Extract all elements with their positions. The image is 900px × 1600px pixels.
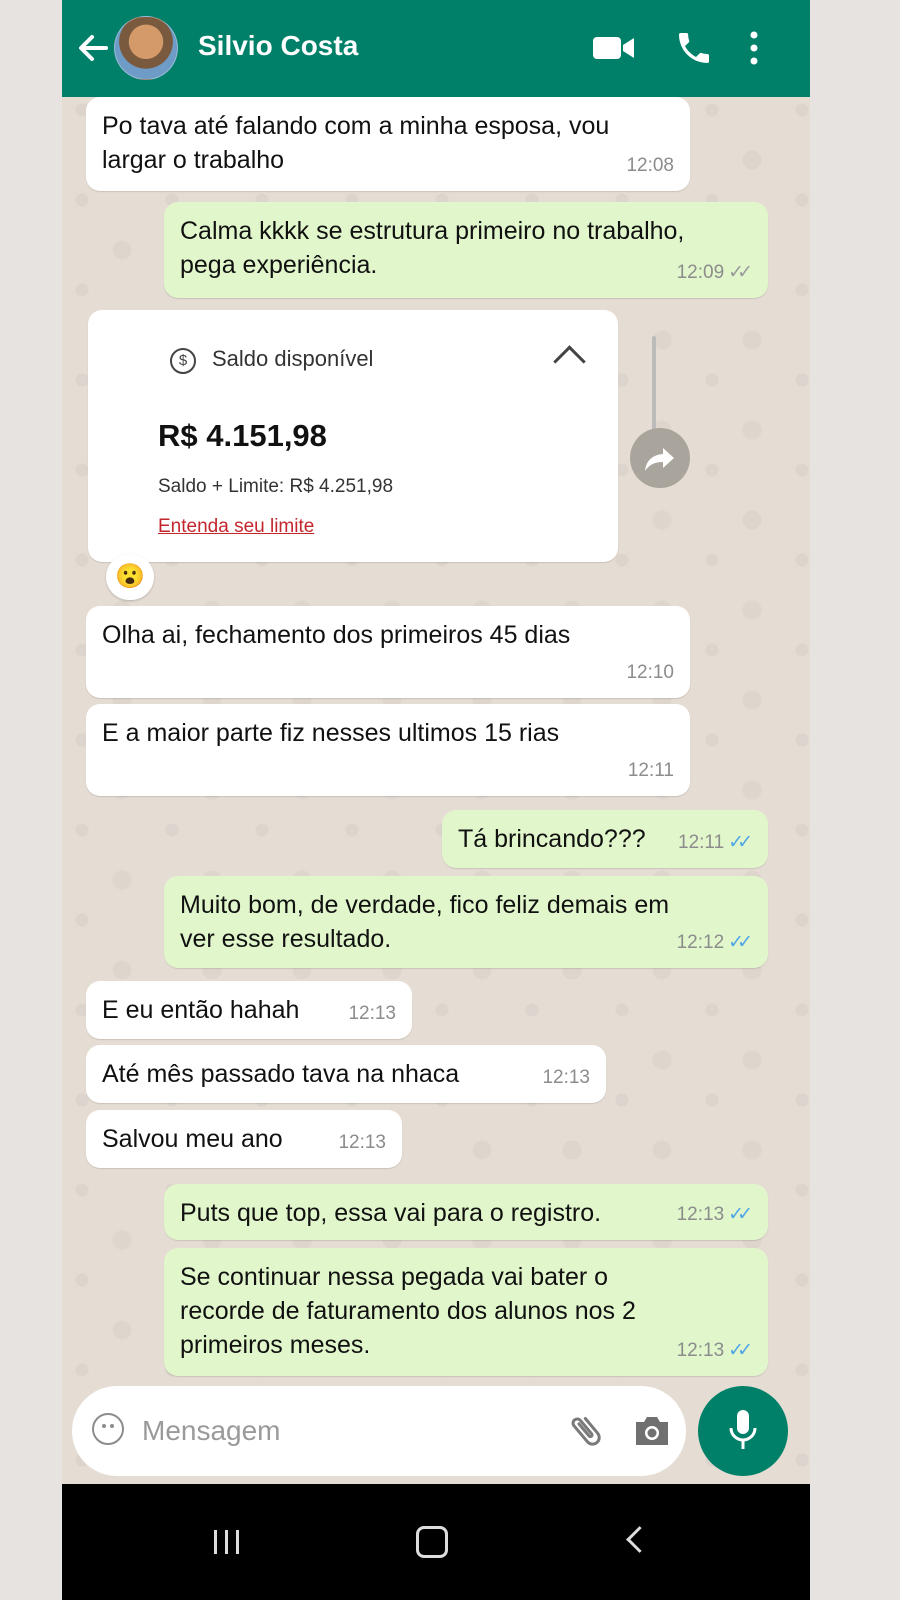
paperclip-icon[interactable] — [566, 1410, 606, 1452]
message-text-line: Muito bom, de verdade, fico feliz demais… — [180, 891, 670, 919]
phone-call-icon[interactable] — [674, 28, 714, 68]
dollar-coin-icon: $ — [170, 348, 196, 374]
read-check-icon: ✓✓ — [728, 832, 753, 853]
message-bubble-incoming[interactable]: E eu então hahah 12:13 — [86, 981, 412, 1039]
avatar[interactable] — [114, 16, 178, 80]
message-time: 12:13 — [338, 1132, 386, 1153]
contact-name[interactable]: Silvio Costa — [198, 30, 358, 62]
message-time: 12:11 — [627, 760, 674, 781]
balance-screenshot-image[interactable]: $ Saldo disponível R$ 4.151,98 Saldo + L… — [88, 310, 656, 562]
message-time: 12:09 — [676, 262, 725, 283]
message-composer — [72, 1386, 686, 1476]
message-text-line: Olha ai, fechamento dos primeiros 45 dia… — [102, 621, 571, 649]
message-time: 12:08 — [626, 155, 674, 176]
message-bubble-outgoing[interactable]: Calma kkkk se estrutura primeiro no trab… — [164, 202, 768, 298]
message-text-line: recorde de faturamento dos alunos nos 2 — [180, 1297, 636, 1325]
message-text-line: E eu então hahah — [102, 996, 300, 1024]
message-text-line: Po tava até falando com a minha esposa, … — [102, 112, 610, 140]
back-arrow-icon[interactable] — [76, 28, 112, 68]
message-bubble-outgoing[interactable]: Puts que top, essa vai para o registro. … — [164, 1184, 768, 1240]
message-bubble-outgoing[interactable]: Se continuar nessa pegada vai bater o re… — [164, 1248, 768, 1376]
message-input[interactable] — [140, 1410, 534, 1452]
message-text-line: Até mês passado tava na nhaca — [102, 1060, 460, 1088]
recent-apps-icon[interactable] — [212, 1528, 242, 1556]
reaction-emoji[interactable]: 😮 — [106, 554, 154, 600]
message-text-line: E a maior parte fiz nesses ultimos 15 ri… — [102, 719, 560, 747]
message-bubble-incoming[interactable]: Até mês passado tava na nhaca 12:13 — [86, 1045, 606, 1103]
message-time: 12:12 — [676, 932, 725, 953]
message-text-line: Tá brincando??? — [458, 825, 646, 853]
balance-amount: R$ 4.151,98 — [158, 418, 327, 453]
message-text-line: ver esse resultado. — [180, 925, 392, 953]
message-bubble-outgoing[interactable]: Tá brincando??? 12:11 ✓✓ — [442, 810, 768, 868]
balance-card: $ Saldo disponível R$ 4.151,98 Saldo + L… — [118, 318, 656, 554]
delivered-check-icon: ✓✓ — [728, 262, 753, 283]
back-nav-icon[interactable] — [626, 1526, 653, 1553]
message-text-line: primeiros meses. — [180, 1331, 371, 1359]
emoji-icon[interactable] — [92, 1413, 124, 1445]
message-text-line: Puts que top, essa vai para o registro. — [180, 1199, 602, 1227]
read-check-icon: ✓✓ — [728, 1340, 753, 1361]
message-time: 12:10 — [626, 662, 674, 683]
read-check-icon: ✓✓ — [728, 932, 753, 953]
forward-arrow-icon — [645, 448, 674, 471]
message-bubble-incoming[interactable]: Po tava até falando com a minha esposa, … — [86, 97, 690, 191]
message-time: 12:13 — [542, 1067, 590, 1088]
balance-label: Saldo disponível — [212, 346, 374, 371]
video-call-icon[interactable] — [592, 33, 636, 63]
message-bubble-outgoing[interactable]: Muito bom, de verdade, fico feliz demais… — [164, 876, 768, 968]
chevron-up-icon — [553, 345, 586, 378]
message-time: 12:13 — [348, 1003, 396, 1024]
microphone-icon — [729, 1410, 757, 1449]
message-bubble-incoming[interactable]: E a maior parte fiz nesses ultimos 15 ri… — [86, 704, 690, 796]
message-time: 12:13 — [676, 1204, 725, 1225]
chat-screen: Silvio Costa Po tava até falando com a m… — [62, 0, 810, 1600]
home-icon[interactable] — [416, 1526, 448, 1558]
balance-limit: Saldo + Limite: R$ 4.251,98 — [158, 476, 394, 497]
limit-info-link: Entenda seu limite — [158, 516, 315, 537]
forward-button[interactable] — [630, 428, 690, 488]
chat-header: Silvio Costa — [62, 0, 810, 97]
message-time: 12:13 — [676, 1340, 725, 1361]
more-options-icon[interactable] — [746, 28, 762, 68]
camera-icon[interactable] — [632, 1412, 672, 1450]
read-check-icon: ✓✓ — [728, 1204, 753, 1225]
message-bubble-incoming[interactable]: Salvou meu ano 12:13 — [86, 1110, 402, 1168]
message-text-line: Calma kkkk se estrutura primeiro no trab… — [180, 217, 685, 245]
message-bubble-incoming[interactable]: Olha ai, fechamento dos primeiros 45 dia… — [86, 606, 690, 698]
system-navigation-bar — [62, 1484, 810, 1600]
message-text-line: Se continuar nessa pegada vai bater o — [180, 1263, 609, 1291]
message-text-line: Salvou meu ano — [102, 1125, 283, 1153]
message-text-line: pega experiência. — [180, 251, 378, 279]
voice-record-button[interactable] — [698, 1386, 788, 1476]
message-text-line: largar o trabalho — [102, 146, 285, 174]
message-time: 12:11 — [678, 832, 725, 853]
scrollbar — [652, 336, 656, 436]
